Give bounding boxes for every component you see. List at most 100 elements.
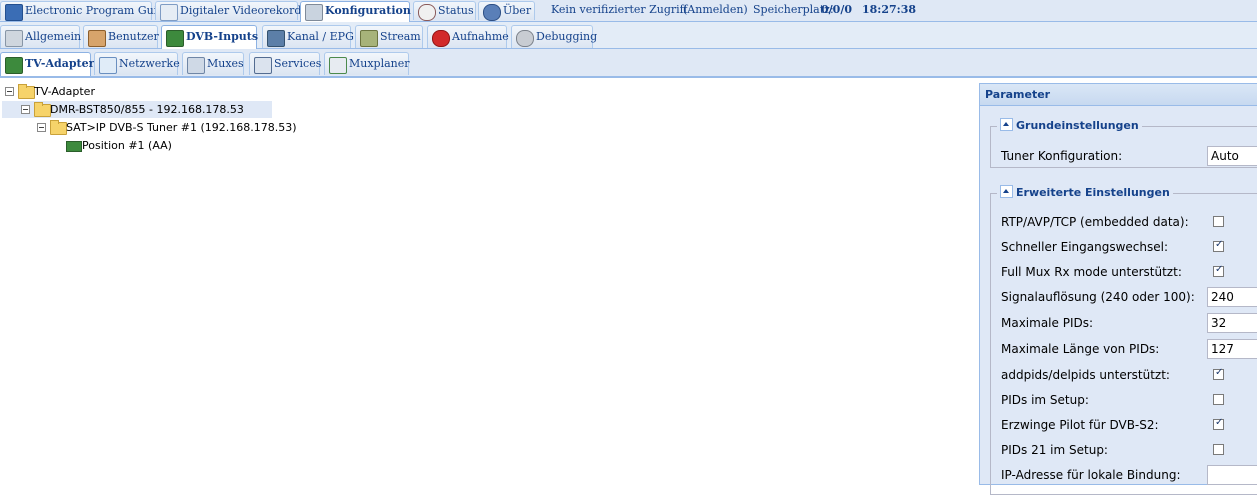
collapse-toggle-icon[interactable] xyxy=(37,123,46,132)
epg-icon xyxy=(5,4,23,21)
local-bind-ip-input[interactable] xyxy=(1207,465,1257,485)
tab-tv-adapter[interactable]: TV-Adapter xyxy=(0,52,95,76)
tab-dvb-inputs-label: DVB-Inputs xyxy=(186,30,259,43)
tab-status[interactable]: Status xyxy=(413,1,476,21)
access-status-text: Kein verifizierter Zugriff xyxy=(551,3,688,16)
tree-node-position[interactable]: Position #1 (AA) xyxy=(0,137,200,154)
tab-konfiguration[interactable]: Konfiguration xyxy=(300,1,411,23)
stream-icon xyxy=(360,30,378,47)
tree-node-label: SAT>IP DVB-S Tuner #1 (192.168.178.53) xyxy=(66,121,297,134)
tab-tv-adapter-label: TV-Adapter xyxy=(25,57,95,70)
tab-benutzer[interactable]: Benutzer xyxy=(83,25,159,48)
tab-debugging[interactable]: Debugging xyxy=(511,25,597,48)
tab-allgemein[interactable]: Allgemein xyxy=(0,25,82,48)
rec-icon xyxy=(432,30,450,47)
collapse-icon[interactable] xyxy=(1000,185,1013,198)
tuner-config-label: Tuner Konfiguration: xyxy=(1001,149,1123,163)
tab-netzwerke[interactable]: Netzwerke xyxy=(94,52,180,75)
tab-muxplaner-label: Muxplaner xyxy=(349,57,410,70)
network-icon xyxy=(99,57,117,74)
tuner-config-select[interactable]: Auto xyxy=(1207,146,1257,166)
tuner-card-icon xyxy=(5,57,23,74)
tree-node-label: Position #1 (AA) xyxy=(82,139,172,152)
folder-icon xyxy=(50,120,67,135)
tab-kanal-epg-label: Kanal / EPG xyxy=(287,30,354,43)
dvb-tab-bar: TV-Adapter Netzwerke Muxes Services Muxp… xyxy=(0,49,1257,78)
basic-settings-fieldset: Grundeinstellungen Tuner Konfiguration: … xyxy=(990,118,1257,168)
tab-ueber[interactable]: Über xyxy=(478,1,535,21)
pids-in-setup-checkbox[interactable] xyxy=(1213,394,1224,405)
tuner-card-icon xyxy=(66,141,82,152)
tuner-card-icon xyxy=(166,30,184,47)
tab-muxes[interactable]: Muxes xyxy=(182,52,244,75)
tab-services-label: Services xyxy=(274,57,322,70)
tab-benutzer-label: Benutzer xyxy=(108,30,159,43)
rtp-avp-tcp-checkbox[interactable] xyxy=(1213,216,1224,227)
collapse-toggle-icon[interactable] xyxy=(5,87,14,96)
force-pilot-dvbs2-label: Erzwinge Pilot für DVB-S2: xyxy=(1001,418,1159,432)
max-pids-input[interactable]: 32 xyxy=(1207,313,1257,333)
signal-resolution-input[interactable]: 240 xyxy=(1207,287,1257,307)
fast-input-switch-label: Schneller Eingangswechsel: xyxy=(1001,240,1168,254)
debug-icon xyxy=(516,30,534,47)
tab-aufnahme[interactable]: Aufnahme xyxy=(427,25,509,48)
tree-node-tuner[interactable]: SAT>IP DVB-S Tuner #1 (192.168.178.53) xyxy=(0,119,297,136)
tab-dvb-inputs[interactable]: DVB-Inputs xyxy=(161,25,259,49)
storage-value: 0/0/0 xyxy=(821,3,852,16)
pids-in-setup-label: PIDs im Setup: xyxy=(1001,393,1089,407)
rtp-avp-tcp-label: RTP/AVP/TCP (embedded data): xyxy=(1001,215,1189,229)
planner-icon xyxy=(329,57,347,74)
tab-epg[interactable]: Electronic Program Guide xyxy=(0,1,171,21)
tab-muxplaner[interactable]: Muxplaner xyxy=(324,52,410,75)
tree-node-label: DMR-BST850/855 - 192.168.178.53 xyxy=(50,103,244,116)
basic-settings-legend[interactable]: Grundeinstellungen xyxy=(997,118,1142,134)
top-nav-bar: Electronic Program Guide Digitaler Video… xyxy=(0,0,1257,23)
tab-ueber-label: Über xyxy=(503,4,532,17)
force-pilot-dvbs2-checkbox[interactable] xyxy=(1213,417,1224,430)
full-mux-rx-checkbox[interactable] xyxy=(1213,264,1224,277)
tab-services[interactable]: Services xyxy=(249,52,322,75)
tab-stream-label: Stream xyxy=(380,30,421,43)
tab-netzwerke-label: Netzwerke xyxy=(119,57,180,70)
addpids-delpids-label: addpids/delpids unterstützt: xyxy=(1001,368,1170,382)
eye-icon xyxy=(418,4,436,21)
tree-node-label: TV-Adapter xyxy=(34,85,95,98)
full-mux-rx-label: Full Mux Rx mode unterstützt: xyxy=(1001,265,1182,279)
tab-konfiguration-label: Konfiguration xyxy=(325,4,411,17)
parameter-panel: Parameter Grundeinstellungen Tuner Konfi… xyxy=(979,83,1257,495)
max-pid-length-label: Maximale Länge von PIDs: xyxy=(1001,342,1160,356)
max-pid-length-input[interactable]: 127 xyxy=(1207,339,1257,359)
clock: 18:27:38 xyxy=(862,3,917,16)
advanced-settings-legend[interactable]: Erweiterte Einstellungen xyxy=(997,185,1173,201)
addpids-delpids-checkbox[interactable] xyxy=(1213,367,1224,380)
tab-kanal-epg[interactable]: Kanal / EPG xyxy=(262,25,354,48)
tab-debugging-label: Debugging xyxy=(536,30,598,43)
advanced-settings-fieldset: Erweiterte Einstellungen RTP/AVP/TCP (em… xyxy=(990,185,1257,495)
tree-node-device[interactable]: DMR-BST850/855 - 192.168.178.53 xyxy=(2,101,272,118)
pids21-in-setup-checkbox[interactable] xyxy=(1213,444,1224,455)
collapse-icon[interactable] xyxy=(1000,118,1013,131)
tv-icon xyxy=(267,30,285,47)
pids21-in-setup-label: PIDs 21 im Setup: xyxy=(1001,443,1108,457)
tab-allgemein-label: Allgemein xyxy=(25,30,82,43)
tab-stream[interactable]: Stream xyxy=(355,25,423,48)
local-bind-ip-label: IP-Adresse für lokale Bindung: xyxy=(1001,468,1181,482)
tab-epg-label: Electronic Program Guide xyxy=(25,4,171,17)
login-link[interactable]: (Anmelden) xyxy=(683,2,748,18)
config-tab-bar: Allgemein Benutzer DVB-Inputs Kanal / EP… xyxy=(0,22,1257,49)
tab-status-label: Status xyxy=(438,4,474,17)
info-icon xyxy=(483,4,501,21)
tab-dvr[interactable]: Digitaler Videorekorder xyxy=(155,1,313,21)
tools-icon xyxy=(5,30,23,47)
tab-aufnahme-label: Aufnahme xyxy=(452,30,509,43)
download-icon xyxy=(160,4,178,21)
max-pids-label: Maximale PIDs: xyxy=(1001,316,1094,330)
wrench-icon xyxy=(305,4,323,21)
services-icon xyxy=(254,57,272,74)
fast-input-switch-checkbox[interactable] xyxy=(1213,239,1224,252)
folder-icon xyxy=(18,84,35,99)
parameter-panel-title: Parameter xyxy=(980,84,1257,106)
tree-node-root[interactable]: TV-Adapter xyxy=(0,83,200,100)
collapse-toggle-icon[interactable] xyxy=(21,105,30,114)
tab-dvr-label: Digitaler Videorekorder xyxy=(180,4,314,17)
